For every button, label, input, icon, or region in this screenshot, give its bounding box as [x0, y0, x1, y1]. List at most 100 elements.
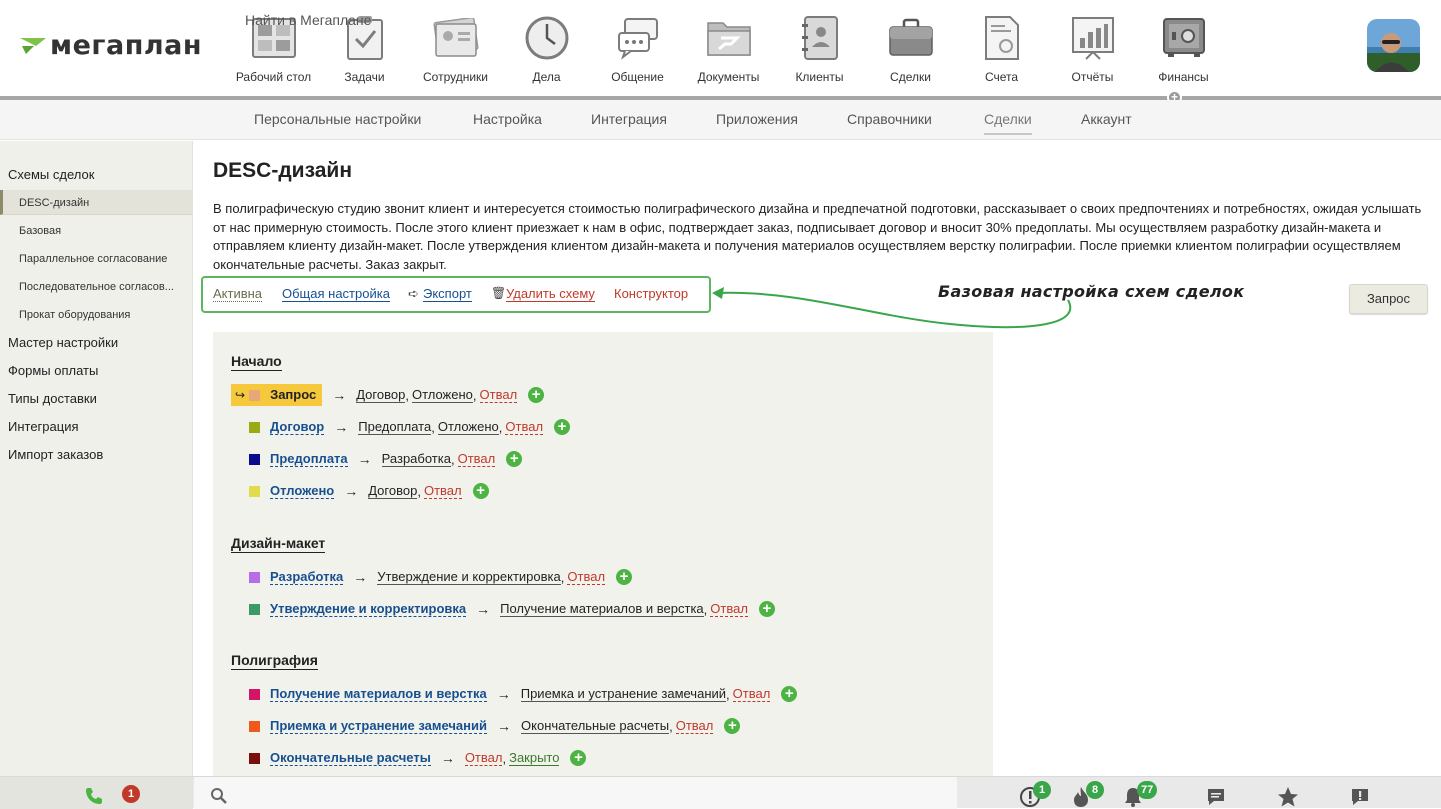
transition-link[interactable]: Отвал — [710, 601, 748, 617]
search-icon[interactable] — [210, 787, 228, 805]
user-avatar[interactable] — [1367, 19, 1420, 72]
transition-link[interactable]: Получение материалов и верстка — [500, 601, 704, 617]
general-settings-link[interactable]: Общая настройка — [282, 286, 390, 302]
transition-separator: , — [431, 419, 435, 435]
transition-arrow-icon: → — [440, 750, 455, 766]
alerts-badge[interactable]: 1 — [1033, 781, 1051, 799]
constructor-link[interactable]: Конструктор — [614, 286, 688, 301]
transition-link[interactable]: Отвал — [479, 387, 518, 403]
tab-integration[interactable]: Интеграция — [591, 111, 667, 127]
sidebar-schemes-title[interactable]: Схемы сделок — [8, 167, 94, 182]
tab-deals[interactable]: Сделки — [984, 111, 1032, 135]
brand-logo[interactable]: мегаплан — [18, 30, 202, 61]
add-transition-icon[interactable]: + — [554, 419, 571, 435]
tab-account[interactable]: Аккаунт — [1081, 111, 1132, 127]
sidebar-item-rental[interactable]: Прокат оборудования — [19, 309, 130, 321]
delete-scheme-link[interactable]: Удалить схему — [506, 286, 595, 302]
state-color-swatch — [249, 720, 260, 732]
transition-link[interactable]: Отвал — [505, 419, 544, 435]
state-name-link[interactable]: Договор — [270, 419, 325, 435]
nav-label: Документы — [697, 70, 760, 84]
transition-link[interactable]: Отвал — [464, 750, 503, 766]
nav-clients[interactable]: Клиенты — [774, 14, 865, 84]
transition-link[interactable]: Отвал — [732, 686, 771, 702]
nav-documents[interactable]: Документы — [683, 14, 774, 84]
nav-label: Рабочий стол — [235, 70, 312, 84]
scheme-state-row: Получение материалов и верстка → Приемка и… — [231, 683, 798, 705]
request-button[interactable]: Запрос — [1349, 284, 1428, 314]
nav-label: Общение — [611, 70, 664, 84]
add-transition-icon[interactable]: + — [724, 718, 741, 734]
nav-invoices[interactable]: Счета — [956, 14, 1047, 84]
sidebar-item-sequential[interactable]: Последовательное согласов... — [19, 281, 174, 293]
search-bar[interactable] — [194, 777, 957, 809]
state-name-link[interactable]: Предоплата — [270, 451, 348, 467]
messages-icon[interactable] — [1206, 787, 1226, 807]
transition-link[interactable]: Отложено — [437, 419, 499, 435]
active-toggle[interactable]: Активна — [213, 286, 263, 302]
nav-finance[interactable]: Финансы — [1138, 14, 1229, 84]
transition-link[interactable]: Закрыто — [509, 750, 560, 766]
tab-apps[interactable]: Приложения — [716, 111, 798, 127]
transition-link[interactable]: Утверждение и корректировка — [377, 569, 561, 585]
transition-separator: , — [472, 387, 477, 403]
state-name-link[interactable]: Окончательные расчеты — [270, 750, 431, 766]
transition-link[interactable]: Приемка и устранение замечаний — [520, 686, 727, 702]
nav-affairs[interactable]: Дела — [501, 14, 592, 84]
state-name-link[interactable]: Отложено — [270, 483, 335, 499]
add-transition-icon[interactable]: + — [781, 686, 798, 702]
transition-link[interactable]: Договор — [356, 387, 406, 403]
scheme-state-row: Утверждение и корректировка → Получение ма… — [231, 598, 775, 620]
sidebar-item-parallel[interactable]: Параллельное согласование — [19, 253, 167, 265]
nav-deals[interactable]: Сделки — [865, 14, 956, 84]
add-transition-icon[interactable]: + — [528, 387, 545, 403]
transition-link[interactable]: Отвал — [675, 718, 714, 734]
state-name-link[interactable]: Получение материалов и верстка — [270, 686, 487, 702]
transition-link[interactable]: Договор — [368, 483, 418, 499]
sidebar-item-delivery-types[interactable]: Типы доставки — [8, 391, 97, 406]
transition-link[interactable]: Отложено — [411, 387, 473, 403]
state-name-link[interactable]: Разработка — [270, 569, 344, 585]
transition-separator: , — [498, 419, 503, 435]
state-name-link[interactable]: Приемка и устранение замечаний — [270, 718, 488, 734]
search-input[interactable]: Найти в Мегаплане — [245, 12, 371, 28]
add-transition-icon[interactable]: + — [570, 750, 587, 766]
state-name-link[interactable]: Утверждение и корректировка — [270, 601, 467, 617]
add-transition-icon[interactable]: + — [616, 569, 633, 585]
tab-settings[interactable]: Настройка — [473, 111, 542, 127]
export-link[interactable]: Экспорт — [423, 286, 472, 302]
sidebar-item-wizard[interactable]: Мастер настройки — [8, 335, 118, 350]
sidebar-item-desc-design[interactable]: DESC-дизайн — [19, 197, 89, 209]
sidebar-item-import[interactable]: Импорт заказов — [8, 447, 103, 462]
nav-communication[interactable]: Общение — [592, 14, 683, 84]
sidebar-item-payment-forms[interactable]: Формы оплаты — [8, 363, 98, 378]
nav-label: Отчёты — [1071, 70, 1114, 84]
initial-state-icon: ↪ — [235, 388, 246, 402]
sidebar-item-basic[interactable]: Базовая — [19, 225, 61, 237]
transition-link[interactable]: Отвал — [567, 569, 606, 585]
add-transition-icon[interactable]: + — [758, 601, 775, 617]
state-color-swatch — [249, 389, 261, 401]
phone-icon[interactable] — [84, 786, 104, 806]
transition-link[interactable]: Окончательные расчеты — [521, 718, 670, 734]
transition-arrow-icon: → — [476, 601, 491, 617]
feedback-icon[interactable] — [1350, 787, 1370, 807]
tab-directories[interactable]: Справочники — [847, 111, 932, 127]
nav-employees[interactable]: Сотрудники — [410, 14, 501, 84]
tab-personal-settings[interactable]: Персональные настройки — [254, 111, 421, 127]
page-title: DESC-дизайн — [213, 159, 353, 182]
transition-link[interactable]: Отвал — [423, 483, 462, 499]
nav-reports[interactable]: Отчёты — [1047, 14, 1138, 84]
hot-badge[interactable]: 8 — [1086, 781, 1104, 799]
add-transition-icon[interactable]: + — [472, 483, 489, 499]
star-icon[interactable] — [1277, 786, 1299, 808]
state-name-link[interactable]: Запрос — [270, 388, 316, 402]
transition-link[interactable]: Разработка — [381, 451, 451, 467]
nav-label: Финансы — [1158, 70, 1209, 84]
notifications-badge[interactable]: 77 — [1137, 781, 1158, 799]
transition-link[interactable]: Предоплата — [358, 419, 432, 435]
calls-badge[interactable]: 1 — [122, 785, 140, 803]
transition-link[interactable]: Отвал — [457, 451, 496, 467]
sidebar-item-integration[interactable]: Интеграция — [8, 419, 79, 434]
add-transition-icon[interactable]: + — [506, 451, 523, 467]
